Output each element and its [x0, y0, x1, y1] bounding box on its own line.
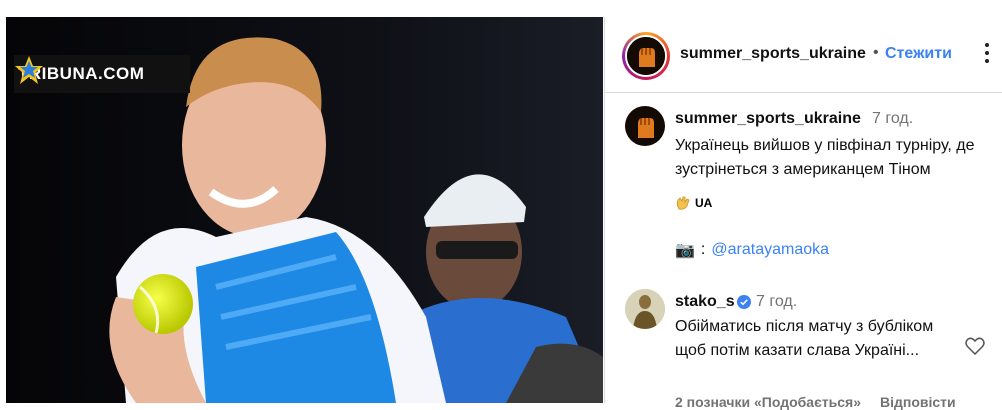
caption-text: Українець вийшов у півфінал турніру, де … [675, 137, 975, 178]
post-header: summer_sports_ukraine • Стежити [605, 17, 1002, 93]
star-logo-icon [15, 56, 43, 84]
comment-avatar[interactable] [625, 289, 665, 329]
fist-icon [627, 37, 665, 75]
comment-time[interactable]: 7 год. [756, 293, 797, 311]
mention-link[interactable]: @aratayamaoka [711, 241, 829, 259]
photo-credit: 📷 : @aratayamaoka [675, 240, 829, 260]
statue-icon [625, 289, 665, 329]
camera-icon: 📷 [675, 242, 695, 259]
reply-button[interactable]: Відповісти [880, 394, 956, 410]
comment-likes[interactable]: 2 позначки «Подобається» [675, 394, 861, 410]
separator-dot: • [873, 44, 879, 61]
post-photo[interactable]: TRIBUNA.COM [6, 17, 603, 403]
post-side-panel: summer_sports_ukraine • Стежити summer_s… [604, 17, 1002, 410]
flag-label: UA [695, 196, 713, 210]
tribuna-watermark: TRIBUNA.COM [14, 55, 190, 93]
credit-separator: : [700, 241, 706, 258]
header-username[interactable]: summer_sports_ukraine [680, 45, 866, 63]
caption-flag: UA [675, 195, 712, 211]
caption-username[interactable]: summer_sports_ukraine [675, 110, 861, 128]
like-heart-icon[interactable] [965, 337, 985, 355]
comment-username[interactable]: stako_s [675, 293, 735, 311]
more-options-icon[interactable] [985, 43, 1001, 63]
verified-badge-icon [737, 295, 751, 309]
waving-hand-icon [676, 196, 690, 210]
caption-time[interactable]: 7 год. [872, 110, 913, 128]
caption-avatar[interactable] [625, 106, 665, 146]
comment-text: Обійматись після матчу з бубліком щоб по… [675, 318, 934, 359]
avatar[interactable] [625, 35, 667, 77]
follow-button[interactable]: Стежити [885, 45, 952, 63]
fist-icon [638, 118, 654, 138]
